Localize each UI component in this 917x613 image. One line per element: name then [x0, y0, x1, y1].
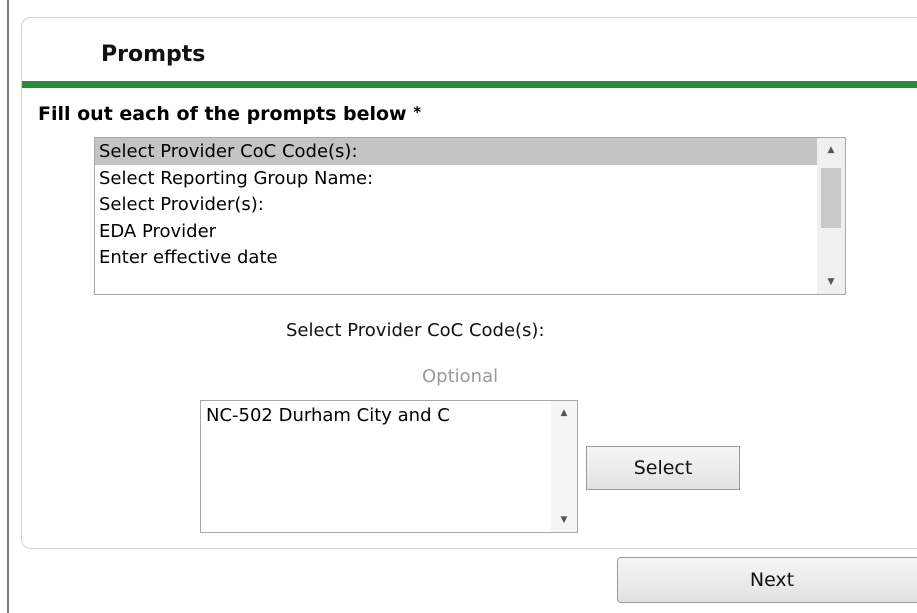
coc-code-listbox[interactable]: NC-502 Durham City and C ▲ ▼ [200, 400, 578, 533]
instructions-heading: Fill out each of the prompts below * [38, 103, 421, 125]
window-left-border [7, 0, 9, 613]
scroll-up-arrow-icon[interactable]: ▲ [551, 401, 577, 425]
prompt-list-scroll-thumb[interactable] [821, 168, 841, 228]
next-button[interactable]: Next [617, 557, 917, 603]
prompt-item-eda-provider[interactable]: EDA Provider [95, 218, 817, 245]
required-marker: * [413, 103, 422, 121]
instructions-text: Fill out each of the prompts below [38, 103, 407, 125]
prompt-item-provider-coc-codes[interactable]: Select Provider CoC Code(s): [95, 138, 817, 165]
prompt-item-reporting-group-name[interactable]: Select Reporting Group Name: [95, 165, 817, 192]
prompt-list-scrollbar[interactable]: ▲ ▼ [817, 138, 845, 294]
current-prompt-label: Select Provider CoC Code(s): [286, 320, 545, 341]
panel-header-divider [22, 81, 917, 88]
optional-hint: Optional [422, 366, 499, 387]
scroll-up-arrow-icon[interactable]: ▲ [817, 138, 845, 162]
coc-code-option[interactable]: NC-502 Durham City and C [206, 405, 551, 426]
scroll-down-arrow-icon[interactable]: ▼ [817, 270, 845, 294]
panel-title: Prompts [101, 42, 206, 67]
prompt-item-providers[interactable]: Select Provider(s): [95, 191, 817, 218]
select-button[interactable]: Select [586, 446, 740, 490]
prompt-listbox[interactable]: Select Provider CoC Code(s): Select Repo… [94, 137, 846, 295]
coc-code-scrollbar[interactable]: ▲ ▼ [551, 401, 577, 532]
prompt-list-rows: Select Provider CoC Code(s): Select Repo… [95, 138, 817, 271]
scroll-down-arrow-icon[interactable]: ▼ [551, 508, 577, 532]
prompt-item-effective-date[interactable]: Enter effective date [95, 244, 817, 271]
